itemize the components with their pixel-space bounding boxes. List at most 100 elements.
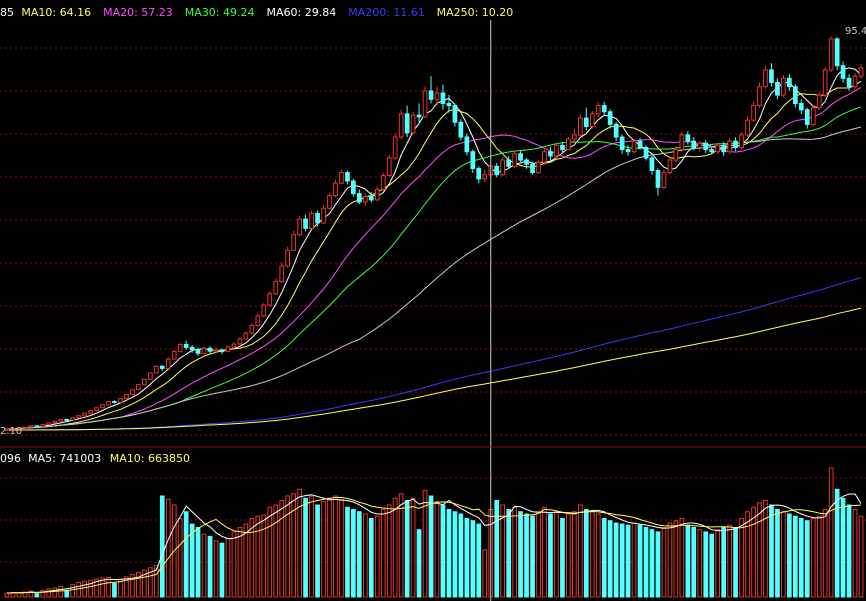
candle-body <box>583 117 589 127</box>
candle-body <box>64 419 70 421</box>
candle-body <box>506 159 511 167</box>
candle-body <box>667 159 673 174</box>
volume-bar <box>189 523 195 598</box>
candle-body <box>846 77 852 88</box>
candle-body <box>715 144 720 153</box>
volume-bar <box>4 592 10 598</box>
candle-body <box>225 346 231 353</box>
candle-body <box>440 92 446 104</box>
candle-body <box>357 193 362 203</box>
volume-bar <box>625 524 631 598</box>
candle-body <box>327 195 332 209</box>
candle-body <box>631 140 637 153</box>
volume-bar <box>112 583 117 598</box>
candle-body <box>195 349 201 354</box>
candle-body <box>291 234 296 251</box>
candle-body <box>207 347 213 352</box>
candle-body <box>70 417 76 421</box>
price-legend-item: MA60: 29.84 <box>267 6 337 19</box>
candle-body <box>22 426 28 429</box>
candle-body <box>231 343 237 348</box>
volume-bar <box>476 523 482 598</box>
volume-bar <box>607 520 613 598</box>
candle-body <box>40 424 46 427</box>
candle-body <box>566 138 571 151</box>
volume-bar <box>261 514 267 598</box>
volume-bar <box>595 513 601 598</box>
volume-bar <box>392 497 398 598</box>
candle-body <box>804 109 810 125</box>
volume-bar <box>249 518 255 598</box>
candle-body <box>691 140 697 148</box>
volume-bar <box>159 495 165 598</box>
candle-body <box>721 144 726 153</box>
volume-bar <box>368 518 374 598</box>
volume-bar <box>321 501 326 598</box>
candle-body <box>351 180 356 195</box>
volume-bar <box>34 593 40 598</box>
candle-body <box>249 325 255 334</box>
volume-bar <box>566 513 571 598</box>
volume-bar <box>303 497 308 598</box>
volume-bar <box>279 500 285 598</box>
candle-body <box>368 196 374 201</box>
volume-bar <box>828 467 834 598</box>
candle-body <box>703 142 709 151</box>
volume-bar <box>46 588 52 598</box>
candle-body <box>649 157 655 171</box>
candle-body <box>297 218 302 236</box>
candle-body <box>243 332 249 340</box>
volume-bar <box>52 587 58 598</box>
candle-body <box>554 144 559 157</box>
volume-bar <box>745 511 750 598</box>
candle-body <box>578 117 583 136</box>
volume-bar <box>542 506 547 598</box>
candle-body <box>709 149 715 153</box>
volume-bar <box>16 592 22 598</box>
candle-body <box>315 212 320 224</box>
candle-body <box>165 358 171 369</box>
volume-bar <box>554 511 559 598</box>
candle-body <box>106 401 111 406</box>
candle-body <box>392 136 398 159</box>
volume-bar <box>213 540 219 598</box>
volume-legend-item: MA10: 663850 <box>110 452 190 465</box>
candle-body <box>303 218 308 229</box>
candle-body <box>524 159 529 165</box>
volume-bar <box>58 585 64 598</box>
candle-body <box>148 372 153 380</box>
stock-chart[interactable]: 85 MA10: 64.16 MA20: 57.23 MA30: 49.24 MA60:… <box>0 0 866 601</box>
candle-body <box>428 90 434 100</box>
volume-bar <box>691 527 697 598</box>
candle-body <box>572 134 577 140</box>
candle-body <box>52 420 58 424</box>
volume-bar <box>679 518 685 598</box>
candle-body <box>153 365 159 374</box>
candle-body <box>500 159 505 176</box>
volume-bar <box>267 506 273 598</box>
volume-bar <box>751 506 756 598</box>
candle-body <box>685 134 691 142</box>
candle-body <box>130 389 135 395</box>
volume-bar <box>787 513 792 598</box>
candle-body <box>76 415 82 419</box>
volume-bar <box>255 515 261 598</box>
volume-bar <box>201 533 207 598</box>
candle-body <box>112 401 117 403</box>
candle-body <box>46 422 52 426</box>
volume-bar <box>560 518 565 598</box>
volume-bar <box>165 498 171 598</box>
volume-bar <box>763 500 768 598</box>
volume-bar <box>297 488 302 598</box>
candle-body <box>482 174 488 180</box>
candle-body <box>416 114 422 118</box>
volume-bar <box>697 529 703 598</box>
candle-body <box>697 142 703 149</box>
candle-body <box>183 344 189 348</box>
candle-body <box>781 77 786 96</box>
candle-body <box>142 378 147 386</box>
volume-bar <box>404 500 410 598</box>
candle-body <box>751 105 756 121</box>
volume-bar <box>482 549 488 598</box>
candle-body <box>34 425 40 428</box>
